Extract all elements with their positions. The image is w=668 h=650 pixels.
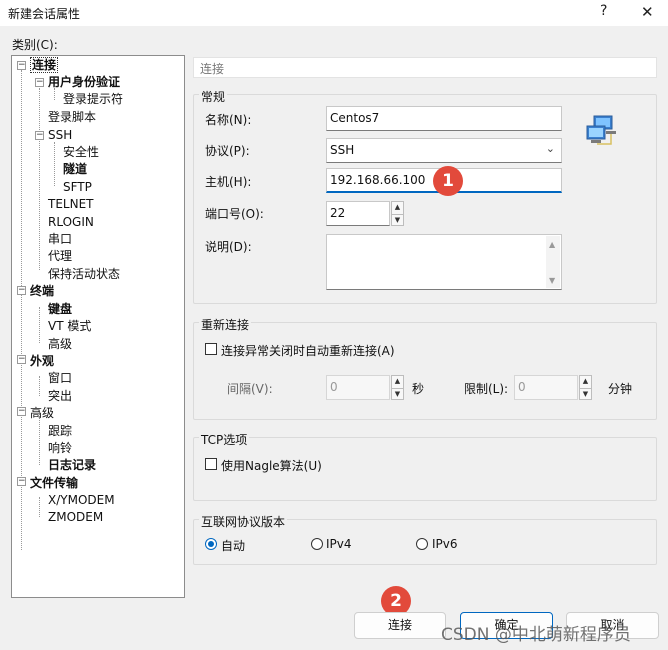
limit-input[interactable]: 0	[514, 375, 578, 400]
tree-item-user-auth[interactable]: 用户身份验证	[48, 74, 120, 91]
tree-item-security[interactable]: 安全性	[63, 144, 99, 161]
host-label: 主机(H):	[205, 175, 252, 189]
name-label: 名称(N):	[205, 113, 252, 127]
reconnect-group	[193, 322, 657, 420]
protocol-label: 协议(P):	[205, 144, 250, 158]
chevron-down-icon: ⌄	[545, 142, 555, 155]
close-button[interactable]: ✕	[641, 3, 654, 21]
tree-item-login-script[interactable]: 登录脚本	[48, 109, 96, 126]
description-scrollbar[interactable]: ▲ ▼	[546, 236, 560, 288]
tree-item-trace[interactable]: 跟踪	[48, 423, 72, 440]
ipv4-radio[interactable]	[311, 538, 323, 550]
collapse-icon[interactable]: −	[35, 131, 44, 140]
window-title: 新建会话属性	[8, 7, 81, 21]
port-spinner[interactable]: ▲ ▼	[391, 201, 404, 226]
limit-unit: 分钟	[608, 382, 633, 396]
tree-item-login-prompts[interactable]: 登录提示符	[63, 91, 123, 108]
help-button[interactable]: ?	[600, 3, 607, 19]
tree-item-keyboard[interactable]: 键盘	[48, 301, 72, 318]
collapse-icon[interactable]: −	[35, 78, 44, 87]
tree-item-highlight[interactable]: 突出	[48, 388, 72, 405]
category-label: 类别(C):	[12, 38, 58, 52]
connect-button[interactable]: 连接	[354, 612, 446, 639]
spin-down-icon[interactable]: ▼	[392, 213, 403, 226]
tree-item-rlogin[interactable]: RLOGIN	[48, 214, 94, 231]
nagle-label: 使用Nagle算法(U)	[221, 459, 322, 473]
collapse-icon[interactable]: −	[17, 355, 26, 364]
tree-item-ssh[interactable]: SSH	[48, 127, 72, 144]
watermark: CSDN @中北萌新程序员	[441, 625, 631, 645]
nagle-checkbox[interactable]	[205, 458, 217, 470]
tcp-group-title: TCP选项	[199, 431, 250, 448]
tree-line	[54, 142, 55, 186]
auto-reconnect-checkbox[interactable]	[205, 343, 217, 355]
tree-item-window[interactable]: 窗口	[48, 370, 72, 387]
tree-line	[39, 497, 40, 517]
tree-item-advanced[interactable]: 高级	[30, 405, 54, 422]
limit-spinner[interactable]: ▲ ▼	[579, 375, 592, 400]
tree-line	[39, 88, 40, 270]
interval-unit: 秒	[412, 382, 425, 396]
tree-item-keepalive[interactable]: 保持活动状态	[48, 266, 120, 283]
reconnect-group-title: 重新连接	[199, 316, 252, 333]
description-textarea[interactable]	[326, 234, 562, 290]
tree-item-terminal-advanced[interactable]: 高级	[48, 336, 72, 353]
ip-auto-label: 自动	[221, 539, 246, 553]
tree-item-xymodem[interactable]: X/YMODEM	[48, 492, 115, 509]
tree-item-sftp[interactable]: SFTP	[63, 179, 92, 196]
protocol-select[interactable]: SSH ⌄	[326, 138, 562, 163]
interval-spinner[interactable]: ▲ ▼	[391, 375, 404, 400]
ip-auto-radio[interactable]	[205, 538, 217, 550]
limit-label: 限制(L):	[464, 382, 509, 396]
scroll-down-icon[interactable]: ▼	[549, 276, 555, 285]
collapse-icon[interactable]: −	[17, 407, 26, 416]
name-input[interactable]: Centos7	[326, 106, 562, 131]
tree-item-bell[interactable]: 响铃	[48, 440, 72, 457]
spin-up-icon[interactable]: ▲	[580, 376, 591, 388]
tree-item-logging[interactable]: 日志记录	[48, 457, 96, 474]
interval-input[interactable]: 0	[326, 375, 390, 400]
annotation-badge-1: 1	[433, 166, 463, 196]
title-bar: 新建会话属性 ? ✕	[0, 0, 668, 26]
tree-item-telnet[interactable]: TELNET	[48, 196, 94, 213]
collapse-icon[interactable]: −	[17, 477, 26, 486]
tree-line	[39, 376, 40, 396]
section-header: 连接	[193, 57, 657, 78]
port-input[interactable]: 22	[326, 201, 390, 226]
spin-down-icon[interactable]: ▼	[580, 387, 591, 400]
spin-up-icon[interactable]: ▲	[392, 202, 403, 214]
spin-up-icon[interactable]: ▲	[392, 376, 403, 388]
tree-item-terminal[interactable]: 终端	[30, 283, 54, 300]
tree-item-file-transfer[interactable]: 文件传输	[30, 475, 78, 492]
scroll-up-icon[interactable]: ▲	[549, 240, 555, 249]
category-tree[interactable]: − − − − − − − 连接 用户身份验证 登录提示符 登录脚本 SSH 安…	[11, 55, 185, 598]
auto-reconnect-label: 连接异常关闭时自动重新连接(A)	[221, 344, 395, 358]
network-computers-icon	[586, 115, 616, 145]
interval-label: 间隔(V):	[227, 382, 273, 396]
ip-version-group-title: 互联网协议版本	[199, 513, 288, 530]
tree-item-connection[interactable]: 连接	[30, 57, 59, 74]
protocol-value: SSH	[330, 143, 355, 157]
description-label: 说明(D):	[205, 240, 252, 254]
ipv4-label: IPv4	[326, 537, 352, 551]
ipv6-label: IPv6	[432, 537, 458, 551]
tree-line	[39, 307, 40, 343]
tree-item-appearance[interactable]: 外观	[30, 353, 54, 370]
tree-item-zmodem[interactable]: ZMODEM	[48, 509, 103, 526]
collapse-icon[interactable]: −	[17, 286, 26, 295]
tree-item-tunnel[interactable]: 隧道	[63, 161, 87, 178]
port-label: 端口号(O):	[205, 207, 264, 221]
ipv6-radio[interactable]	[416, 538, 428, 550]
spin-down-icon[interactable]: ▼	[392, 387, 403, 400]
general-group-title: 常规	[199, 88, 228, 105]
collapse-icon[interactable]: −	[17, 61, 26, 70]
tree-item-proxy[interactable]: 代理	[48, 248, 72, 265]
tree-item-vt-mode[interactable]: VT 模式	[48, 318, 91, 335]
tree-item-serial[interactable]: 串口	[48, 231, 72, 248]
